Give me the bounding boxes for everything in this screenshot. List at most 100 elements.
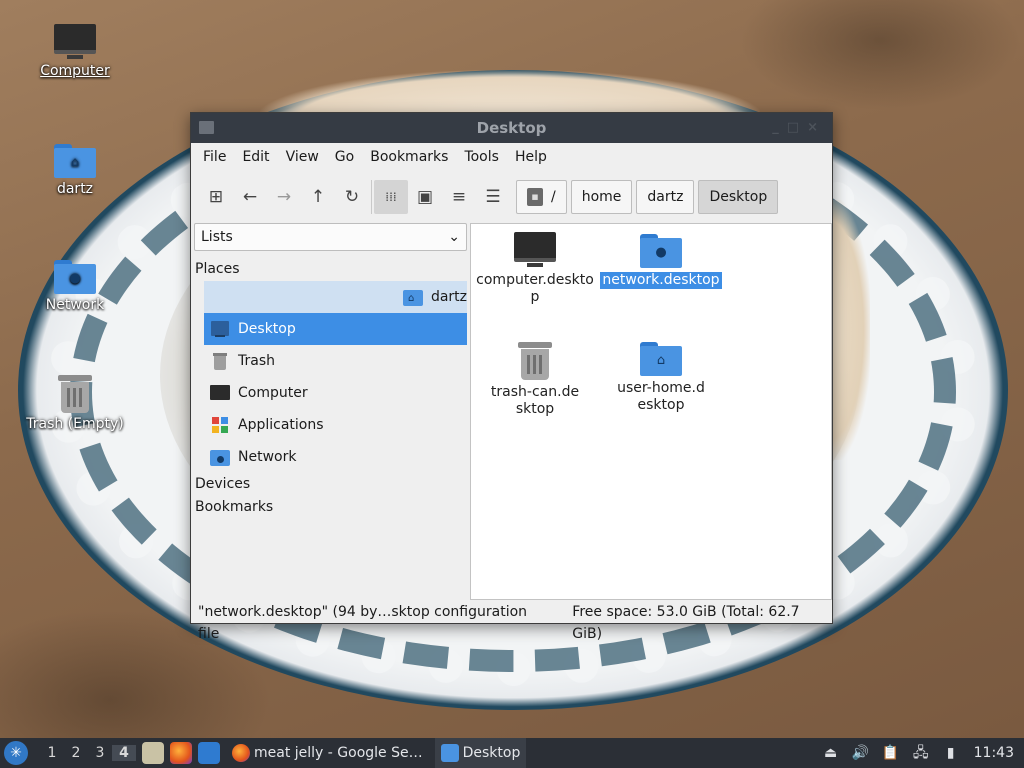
network-folder-icon: ● xyxy=(54,258,96,294)
bookmarks-heading[interactable]: Bookmarks xyxy=(193,496,469,519)
workspace-2[interactable]: 2 xyxy=(64,745,88,761)
desktop-icon xyxy=(210,320,230,338)
sidebar-item-network[interactable]: Network xyxy=(204,441,467,473)
menu-edit[interactable]: Edit xyxy=(234,149,277,165)
sidebar-item-applications[interactable]: Applications xyxy=(204,409,467,441)
toolbar: ⊞ ← → ↑ ↻ ⁞⁞⁞ ▣ ≡ ☰ ▪ / home dartz Deskto… xyxy=(191,171,832,223)
sidebar-item-trash[interactable]: Trash xyxy=(204,345,467,377)
clipboard-icon[interactable]: 📋 xyxy=(881,744,901,762)
reload-button[interactable]: ↻ xyxy=(335,180,369,214)
desktop-icon-label: dartz xyxy=(56,181,94,197)
network-folder-icon xyxy=(210,448,230,466)
forward-button[interactable]: → xyxy=(267,180,301,214)
menu-help[interactable]: Help xyxy=(507,149,555,165)
home-folder-icon: ⌂ xyxy=(640,340,682,376)
home-folder-icon: ⌂ xyxy=(402,288,423,306)
menu-bar: File Edit View Go Bookmarks Tools Help xyxy=(191,143,832,171)
sidebar-item-label: Network xyxy=(238,449,297,465)
free-space-info: Free space: 53.0 GiB (Total: 62.7 GiB) xyxy=(572,604,800,642)
path-crumb-root[interactable]: ▪ / xyxy=(516,180,567,214)
file-manager-launcher-icon[interactable] xyxy=(142,742,164,764)
new-tab-button[interactable]: ⊞ xyxy=(199,180,233,214)
title-bar[interactable]: Desktop _□× xyxy=(191,113,832,143)
sidebar-item-label: Trash xyxy=(238,353,275,369)
minimize-icon[interactable]: _ xyxy=(772,120,787,135)
desktop-icon-network[interactable]: ● Network xyxy=(25,258,125,313)
applications-icon xyxy=(210,416,230,434)
home-folder-icon: ⌂ xyxy=(54,142,96,178)
update-notifier-icon[interactable]: ⏏ xyxy=(821,744,841,762)
lubuntu-logo-icon: ✳ xyxy=(10,745,22,761)
system-tray: ⏏ 🔊 📋 🖧 ▮ 11:43 xyxy=(816,738,1024,768)
show-desktop-icon[interactable] xyxy=(198,742,220,764)
detailed-list-button[interactable]: ☰ xyxy=(476,180,510,214)
file-item[interactable]: ⌂ user-home.desktop xyxy=(599,340,723,414)
firefox-icon xyxy=(232,744,250,762)
back-button[interactable]: ← xyxy=(233,180,267,214)
detailed-list-icon: ☰ xyxy=(485,187,501,207)
maximize-icon[interactable]: □ xyxy=(787,120,807,135)
file-manager-window: Desktop _□× File Edit View Go Bookmarks … xyxy=(190,112,833,642)
menu-tools[interactable]: Tools xyxy=(456,149,507,165)
volume-icon[interactable]: 🔊 xyxy=(851,744,871,762)
desktop-icon-label: Trash (Empty) xyxy=(26,416,124,432)
workspace-1[interactable]: 1 xyxy=(40,745,64,761)
file-name: computer.desktop xyxy=(476,272,594,305)
file-name: user-home.desktop xyxy=(617,380,705,413)
task-label: meat jelly - Google Se… xyxy=(254,745,423,761)
taskbar: ✳ 1 2 3 4 meat jelly - Google Se… Deskto… xyxy=(0,738,1024,768)
network-folder-icon: ● xyxy=(640,232,682,268)
status-bar: "network.desktop" (94 by…sktop configura… xyxy=(191,601,832,642)
path-bar: ▪ / home dartz Desktop xyxy=(516,179,782,215)
monitor-icon xyxy=(54,24,96,60)
trash-icon xyxy=(518,340,552,380)
sidebar-item-dartz[interactable]: ⌂ dartz xyxy=(204,281,467,313)
compact-view-button[interactable]: ≡ xyxy=(442,180,476,214)
workspace-4[interactable]: 4 xyxy=(112,745,136,761)
file-name: trash-can.desktop xyxy=(490,384,580,417)
sidebar: Lists ⌄ Places ⌂ dartz Desktop Trash Com… xyxy=(193,223,469,601)
back-arrow-icon: ← xyxy=(242,187,258,207)
path-crumb-desktop[interactable]: Desktop xyxy=(698,180,779,214)
file-view[interactable]: computer.desktop ● network.desktop trash… xyxy=(470,223,832,600)
up-button[interactable]: ↑ xyxy=(301,180,335,214)
icon-view-button[interactable]: ⁞⁞⁞ xyxy=(374,180,408,214)
sidebar-item-computer[interactable]: Computer xyxy=(204,377,467,409)
sidebar-mode-select[interactable]: Lists ⌄ xyxy=(194,223,467,251)
clock[interactable]: 11:43 xyxy=(974,745,1014,761)
desktop-icon-trash[interactable]: Trash (Empty) xyxy=(25,373,125,432)
folder-icon xyxy=(199,121,214,134)
devices-heading[interactable]: Devices xyxy=(193,473,469,496)
sidebar-item-label: Desktop xyxy=(238,321,296,337)
task-file-manager[interactable]: Desktop xyxy=(434,738,527,768)
close-icon[interactable]: × xyxy=(807,120,826,135)
file-item[interactable]: trash-can.desktop xyxy=(473,340,597,418)
workspace-3[interactable]: 3 xyxy=(88,745,112,761)
menu-bookmarks[interactable]: Bookmarks xyxy=(362,149,456,165)
file-item-selected[interactable]: ● network.desktop xyxy=(599,232,723,289)
path-crumb-dartz[interactable]: dartz xyxy=(636,180,695,214)
firefox-launcher-icon[interactable] xyxy=(170,742,192,764)
file-item[interactable]: computer.desktop xyxy=(473,232,597,306)
sidebar-mode-value: Lists xyxy=(201,229,233,245)
menu-go[interactable]: Go xyxy=(327,149,362,165)
icon-view-icon: ⁞⁞⁞ xyxy=(385,190,397,204)
sidebar-item-desktop[interactable]: Desktop xyxy=(204,313,467,345)
desktop-icon-home[interactable]: ⌂ dartz xyxy=(25,142,125,197)
trash-icon xyxy=(210,352,230,370)
new-tab-icon: ⊞ xyxy=(208,187,224,207)
chevron-down-icon: ⌄ xyxy=(448,229,460,245)
forward-arrow-icon: → xyxy=(276,187,292,207)
menu-view[interactable]: View xyxy=(278,149,327,165)
window-controls[interactable]: _□× xyxy=(772,113,826,143)
menu-file[interactable]: File xyxy=(195,149,234,165)
window-title: Desktop xyxy=(476,119,547,137)
path-crumb-home[interactable]: home xyxy=(570,180,633,214)
thumbnail-view-button[interactable]: ▣ xyxy=(408,180,442,214)
network-icon[interactable]: 🖧 xyxy=(911,744,931,762)
task-firefox[interactable]: meat jelly - Google Se… xyxy=(226,738,429,768)
thumbnail-view-icon: ▣ xyxy=(416,187,434,207)
notification-icon[interactable]: ▮ xyxy=(941,744,961,762)
desktop-icon-computer[interactable]: Computer xyxy=(25,24,125,79)
start-menu-button[interactable]: ✳ xyxy=(4,741,28,765)
